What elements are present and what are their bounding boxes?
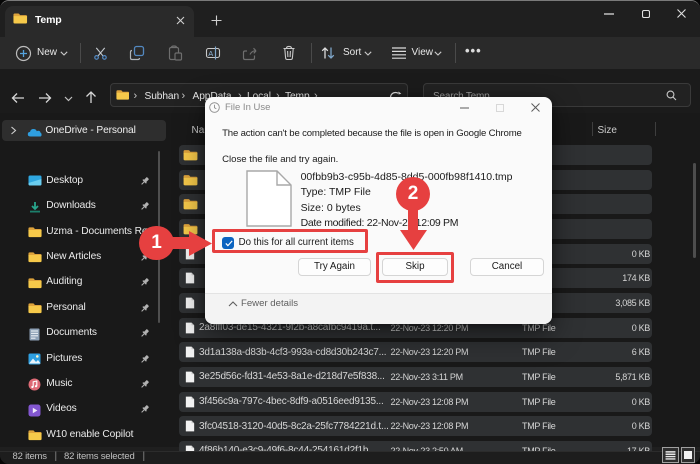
svg-text:A: A xyxy=(208,49,213,58)
